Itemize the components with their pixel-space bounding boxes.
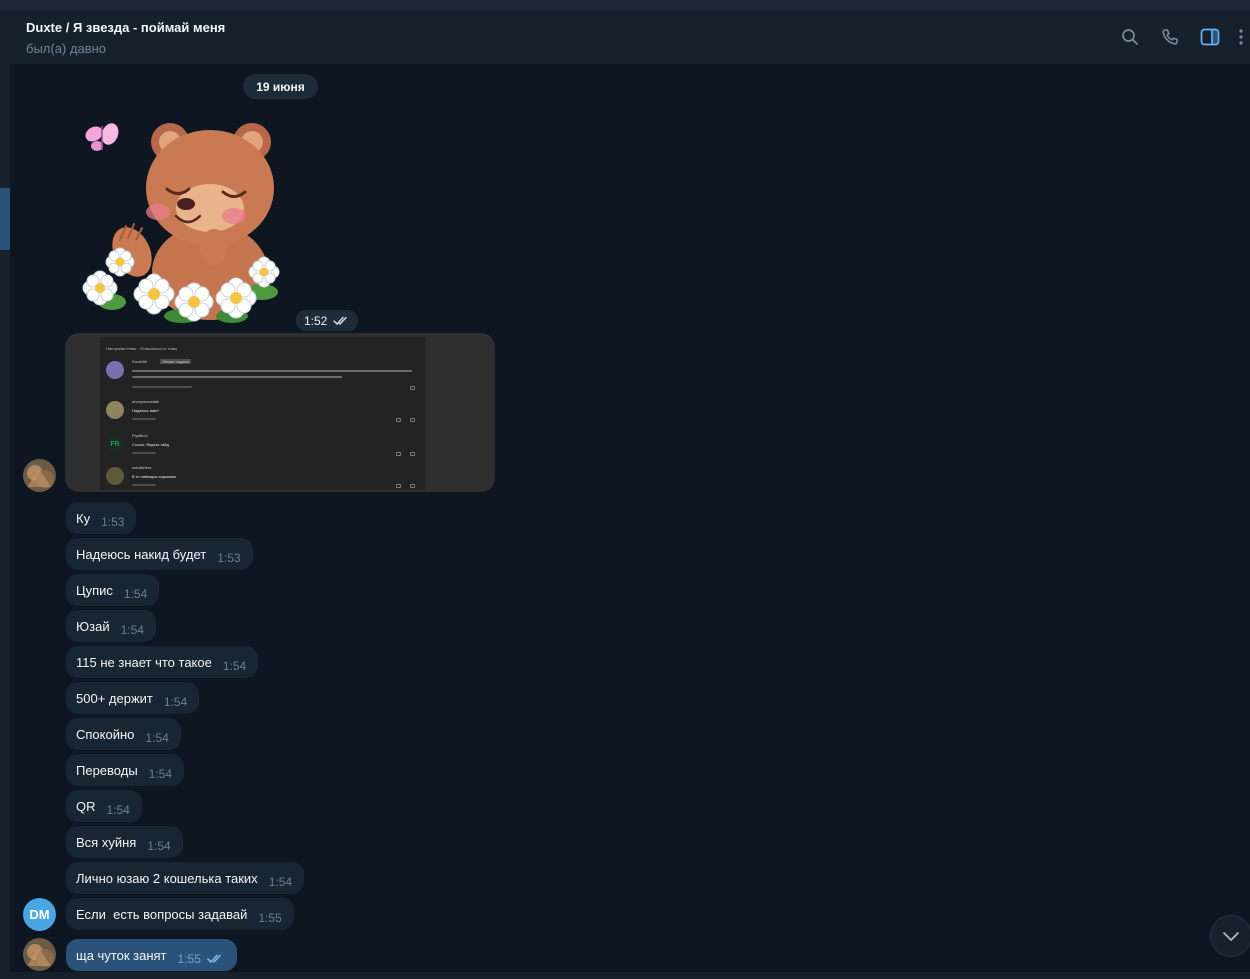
screenshot-header: Настройки темы · Отписаться от темы	[106, 346, 178, 351]
message-text: Надеюсь накид будет	[76, 546, 207, 562]
avatar[interactable]	[23, 938, 56, 971]
search-icon[interactable]	[1117, 24, 1143, 50]
message-time: 1:54	[222, 659, 247, 673]
telegram-window: Duxte / Я звезда - поймай меня был(а) да…	[0, 0, 1250, 979]
message-text: 115 не знает что такое	[76, 654, 212, 670]
message-text: Если есть вопросы задавай	[76, 906, 248, 922]
date-separator: 19 июня	[243, 74, 318, 99]
message-bubble[interactable]: Цупис 1:54	[66, 574, 160, 606]
phone-icon[interactable]	[1157, 24, 1183, 50]
message-bubble[interactable]: Переводы 1:54	[66, 754, 185, 786]
message-time: 1:54	[148, 767, 173, 781]
message-bubble[interactable]: Вся хуйня 1:54	[66, 826, 183, 858]
message-time: 1:54	[268, 875, 293, 889]
scroll-down-button[interactable]	[1210, 915, 1250, 957]
message-bubble[interactable]: Спокойно 1:54	[66, 718, 181, 750]
message-time: 1:54	[145, 731, 169, 745]
chat-header[interactable]: Duxte / Я звезда - поймай меня был(а) да…	[10, 10, 1250, 64]
avatar	[106, 361, 124, 379]
screenshot-username: FlyaBro1	[132, 433, 149, 438]
sticker-timestamp: 1:52	[296, 310, 358, 331]
message-text: 500+ держит	[76, 690, 153, 706]
bear-sticker[interactable]	[72, 112, 288, 326]
message-text: Юзай	[76, 618, 110, 634]
message-bubble[interactable]: QR 1:54	[66, 790, 142, 822]
chat-list-edge	[0, 10, 10, 979]
screenshot-text: Ссылк: Яндекс гайд	[132, 442, 169, 447]
message-text: Ку	[76, 510, 91, 526]
message-bubble[interactable]: Надеюсь накид будет 1:53	[66, 538, 253, 570]
composer-edge	[10, 972, 1250, 979]
message-time: 1:54	[123, 587, 148, 601]
message-time: 1:54	[147, 839, 171, 853]
message-time: 1:54	[163, 695, 188, 709]
message-bubble[interactable]: 115 не знает что такое 1:54	[66, 646, 259, 678]
message-text: Переводы	[76, 762, 138, 778]
screenshot-username: avtofishers	[132, 465, 152, 470]
message-time: 1:53	[217, 551, 241, 565]
message-bubble[interactable]: Лично юзаю 2 кошелька таких 1:54	[66, 862, 305, 894]
chat-title[interactable]: Duxte / Я звезда - поймай меня	[26, 20, 225, 35]
message-time: 1:53	[101, 515, 125, 529]
title-strip	[0, 0, 1250, 10]
message-time: 1:54	[120, 623, 144, 637]
butterfly-icon	[85, 123, 119, 151]
message-bubble[interactable]: Ку 1:53	[66, 502, 137, 534]
photo-message[interactable]: Настройки темы · Отписаться от темы Duxt…	[65, 333, 495, 492]
message-time: 1:54	[106, 803, 130, 817]
message-text: Вся хуйня	[76, 834, 137, 850]
chevron-down-icon	[1223, 932, 1239, 941]
more-vertical-icon[interactable]	[1234, 24, 1248, 50]
outgoing-message-bubble[interactable]: ща чуток занят 1:55	[66, 939, 237, 971]
sticker-time: 1:52	[304, 313, 328, 328]
message-text: Спокойно	[76, 726, 135, 742]
message-bubble[interactable]: Если есть вопросы задавай 1:55	[66, 898, 294, 930]
avatar: FR	[106, 435, 124, 453]
double-check-icon	[207, 954, 225, 964]
message-bubble[interactable]: Юзай 1:54	[66, 610, 156, 642]
message-time: 1:55	[258, 911, 282, 925]
avatar	[106, 401, 124, 419]
chat-status: был(а) давно	[26, 41, 107, 56]
avatar	[106, 467, 124, 485]
message-time: 1:55	[177, 952, 201, 966]
message-text: Лично юзаю 2 кошелька таких	[76, 870, 258, 886]
screenshot-text: Надеюсь вам?	[132, 408, 160, 413]
screenshot-tag: Лёгкие подачи	[160, 359, 191, 364]
screenshot-text: В гп наёмщик подскажи	[132, 474, 176, 479]
screenshot-username: anonymoustalk	[132, 399, 159, 404]
message-text: ща чуток занят	[76, 947, 167, 963]
avatar-dm[interactable]: DM	[23, 898, 56, 931]
screenshot-username: Duxte56	[132, 359, 147, 364]
message-text: Цупис	[76, 582, 113, 598]
message-bubble[interactable]: 500+ держит 1:54	[66, 682, 200, 714]
double-check-icon	[333, 316, 348, 325]
forum-screenshot-image: Настройки темы · Отписаться от темы Duxt…	[100, 337, 425, 490]
message-text: QR	[76, 798, 96, 814]
avatar[interactable]	[23, 459, 56, 492]
selected-chat-indicator[interactable]	[0, 188, 10, 250]
sidebar-toggle-icon[interactable]	[1197, 24, 1223, 50]
